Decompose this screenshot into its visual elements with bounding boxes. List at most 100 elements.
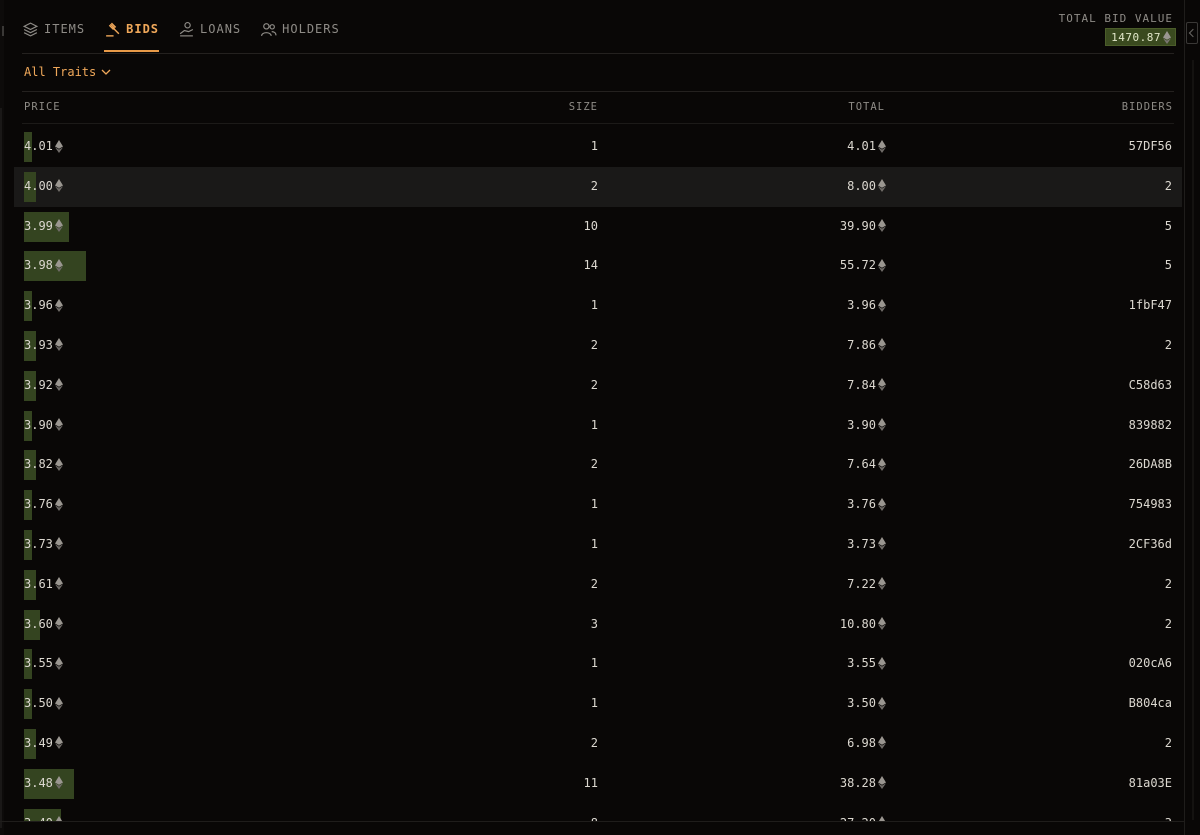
tab-items[interactable]: ITEMS [22, 18, 85, 40]
table-row[interactable]: 3.93 2 7.86 2 [14, 326, 1182, 366]
bidders-cell[interactable]: 839882 [1129, 418, 1172, 432]
price-value: 4.00 [24, 178, 53, 193]
bids-table[interactable]: 4.01 1 4.01 57DF56 4.00 2 8.00 2 3.99 10 39.90 5 3.9… [14, 127, 1182, 821]
tab-loans[interactable]: LOANS [178, 18, 241, 40]
tab-holders[interactable]: HOLDERS [260, 18, 340, 40]
eth-icon [54, 179, 63, 193]
bidders-cell[interactable]: 2 [1165, 577, 1172, 591]
price-value: 3.50 [24, 696, 53, 711]
table-row[interactable]: 4.01 1 4.01 57DF56 [14, 127, 1182, 167]
price-value: 3.82 [24, 457, 53, 472]
bidders-cell[interactable]: 2 [1165, 338, 1172, 352]
price-value: 3.48 [24, 775, 53, 790]
price-cell: 3.76 [24, 497, 63, 511]
bidders-cell[interactable]: 26DA8B [1129, 457, 1172, 471]
eth-icon [54, 418, 63, 432]
table-row[interactable]: 3.40827.203 [14, 804, 1182, 821]
column-header-divider [22, 123, 1174, 124]
bidders-cell[interactable]: 020cA6 [1129, 656, 1172, 670]
eth-icon [878, 219, 886, 233]
table-row[interactable]: 3.61 2 7.22 2 [14, 565, 1182, 605]
table-row[interactable]: 3.55 1 3.55 020cA6 [14, 644, 1182, 684]
tab-bids[interactable]: BIDS [104, 18, 159, 52]
bidders-cell[interactable]: 57DF56 [1129, 139, 1172, 153]
total-cell: 6.98 [847, 736, 886, 750]
price-value: 3.93 [24, 337, 53, 352]
bidders-cell[interactable]: B804ca [1129, 696, 1172, 710]
bidders-cell[interactable]: C58d63 [1129, 378, 1172, 392]
total-cell: 3.55 [847, 656, 886, 670]
bidders-cell[interactable]: 2 [1165, 617, 1172, 631]
size-cell: 2 [590, 377, 598, 392]
table-row[interactable]: 3.76 1 3.76 754983 [14, 485, 1182, 525]
total-value: 3.96 [847, 298, 876, 313]
bidders-cell[interactable]: 1fbF47 [1129, 298, 1172, 312]
table-row[interactable]: 3.48 11 38.28 81a03E [14, 764, 1182, 804]
total-value: 38.28 [839, 775, 876, 790]
size-cell: 2 [590, 735, 598, 750]
total-value: 10.80 [839, 616, 876, 631]
table-row[interactable]: 3.99 10 39.90 5 [14, 207, 1182, 247]
price-cell: 4.01 [24, 139, 63, 153]
table-row[interactable]: 3.92 2 7.84 C58d63 [14, 366, 1182, 406]
table-row[interactable]: 3.98 14 55.72 5 [14, 246, 1182, 286]
total-value: 7.64 [847, 457, 876, 472]
total-value: 3.73 [847, 536, 876, 551]
total-bid-value-badge: 1470.87 [1105, 28, 1176, 46]
left-edge [0, 0, 4, 835]
price-cell: 3.96 [24, 298, 63, 312]
tab-bar: ITEMS BIDS LOANS HOLDERS [22, 18, 359, 54]
chevron-down-icon [101, 69, 111, 75]
table-row[interactable]: 3.60 3 10.80 2 [14, 605, 1182, 645]
column-header-total[interactable]: TOTAL [848, 101, 885, 113]
table-row[interactable]: 3.50 1 3.50 B804ca [14, 684, 1182, 724]
bidders-cell[interactable]: 2CF36d [1129, 537, 1172, 551]
table-row[interactable]: 3.96 1 3.96 1fbF47 [14, 286, 1182, 326]
right-scroll-edge[interactable] [1184, 0, 1200, 835]
eth-icon [54, 258, 63, 272]
bidders-cell[interactable]: 81a03E [1129, 776, 1172, 790]
price-cell: 3.61 [24, 577, 63, 591]
bidders-cell[interactable]: 2 [1165, 736, 1172, 750]
table-row[interactable]: 3.82 2 7.64 26DA8B [14, 445, 1182, 485]
scrollbar-track[interactable] [1192, 60, 1194, 820]
price-cell: 3.92 [24, 378, 63, 392]
total-cell: 3.73 [847, 537, 886, 551]
table-row[interactable]: 3.90 1 3.90 839882 [14, 406, 1182, 446]
price-value: 3.90 [24, 417, 53, 432]
price-value: 4.01 [24, 139, 53, 153]
price-cell: 3.50 [24, 696, 63, 710]
bidders-cell[interactable]: 5 [1165, 258, 1172, 272]
total-value: 7.86 [847, 337, 876, 352]
bidders-cell[interactable]: 5 [1165, 219, 1172, 233]
total-value: 7.22 [847, 576, 876, 591]
price-value: 3.49 [24, 735, 53, 750]
eth-icon [878, 497, 886, 511]
size-cell: 1 [590, 497, 598, 512]
gavel-icon [106, 22, 120, 37]
column-header-size[interactable]: SIZE [569, 101, 598, 113]
eth-icon [54, 577, 63, 591]
column-header-price[interactable]: PRICE [24, 101, 61, 113]
total-cell: 3.50 [847, 696, 886, 710]
bids-panel: ITEMS BIDS LOANS HOLDERS TOTAL BID VALUE… [0, 0, 1200, 835]
price-cell: 3.48 [24, 776, 63, 790]
table-row[interactable]: 3.73 1 3.73 2CF36d [14, 525, 1182, 565]
filter-divider [22, 91, 1174, 92]
collapse-button[interactable] [1186, 22, 1198, 44]
bidders-cell[interactable]: 2 [1165, 179, 1172, 193]
bidders-cell[interactable]: 754983 [1129, 497, 1172, 511]
column-header-bidders[interactable]: BIDDERS [1122, 101, 1173, 113]
total-value: 39.90 [839, 218, 876, 233]
total-cell: 7.86 [847, 338, 886, 352]
price-value: 3.92 [24, 377, 53, 392]
total-value: 3.55 [847, 656, 876, 671]
eth-icon [54, 338, 63, 352]
traits-filter-dropdown[interactable]: All Traits [24, 65, 112, 79]
price-cell: 3.49 [24, 736, 63, 750]
table-row[interactable]: 4.00 2 8.00 2 [14, 166, 1182, 207]
size-cell: 10 [583, 218, 598, 233]
eth-icon [878, 298, 886, 312]
users-icon [261, 22, 277, 36]
table-row[interactable]: 3.49 2 6.98 2 [14, 724, 1182, 764]
